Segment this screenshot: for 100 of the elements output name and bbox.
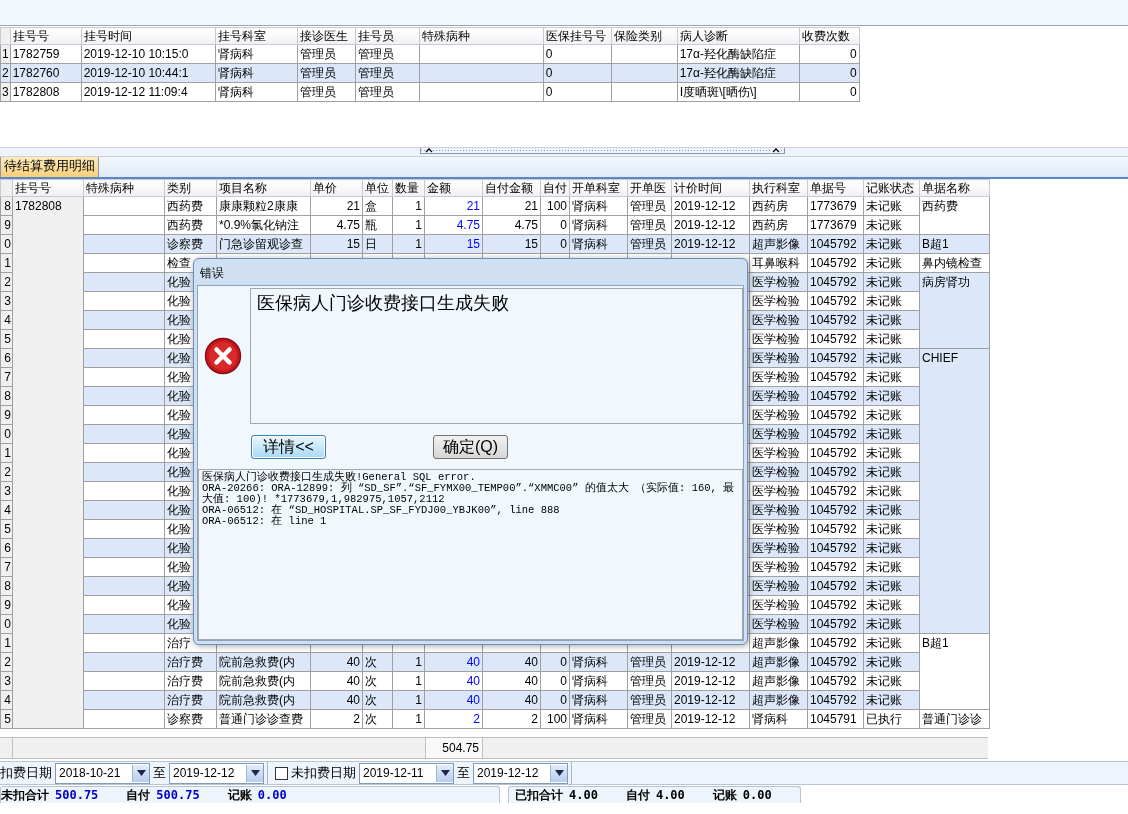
- table-cell: 诊察费: [164, 709, 217, 729]
- column-header[interactable]: 金额: [424, 179, 483, 197]
- column-header[interactable]: 项目名称: [216, 179, 311, 197]
- table-cell: 2: [424, 709, 483, 729]
- dropdown-arrow-icon: [554, 770, 564, 776]
- table-cell: 1773679: [807, 196, 864, 216]
- table-cell: 超声影像: [749, 633, 808, 653]
- table-cell: 1: [392, 709, 425, 729]
- table-cell: 医学检验: [749, 481, 808, 501]
- table-cell: 1045792: [807, 481, 864, 501]
- checkbox[interactable]: [275, 766, 288, 780]
- table-cell: 康康颗粒2康康: [216, 196, 311, 216]
- splitter-handle[interactable]: [420, 148, 785, 154]
- dialog-button[interactable]: 确定(Q): [433, 435, 508, 459]
- column-header[interactable]: 挂号科室: [215, 27, 298, 45]
- summary-label: 未扣合计: [1, 786, 49, 804]
- table-cell: 肾病科: [569, 671, 628, 691]
- table-cell: 医学检验: [749, 291, 808, 311]
- summary-label: 记账: [227, 786, 252, 804]
- table-cell: 1045791: [807, 709, 864, 729]
- table-cell: 西药费: [164, 215, 217, 235]
- table-cell: 未记账: [863, 253, 920, 273]
- table-cell: 2: [482, 709, 541, 729]
- column-header[interactable]: 特殊病种: [419, 27, 544, 45]
- table-cell: 100: [540, 196, 570, 216]
- separator-label: 至: [457, 764, 470, 782]
- filter-label: 未扣费日期: [291, 764, 356, 782]
- table-cell: 肾病科: [215, 44, 298, 64]
- table-cell: 管理员: [627, 709, 672, 729]
- date-dropdown[interactable]: 2019-12-11: [359, 762, 454, 784]
- table-cell: 100: [540, 709, 570, 729]
- table-cell: 盒: [362, 196, 393, 216]
- table-cell: 4.75: [424, 215, 483, 235]
- table-cell: 1782759: [10, 44, 82, 64]
- separator-label: 至: [153, 764, 166, 782]
- date-dropdown[interactable]: 2019-12-12: [473, 762, 568, 784]
- summary-value: 500.75: [55, 788, 99, 802]
- row-number: 1: [0, 44, 11, 64]
- column-header[interactable]: 开单医: [627, 179, 672, 197]
- details-text: 医保病人门诊收费接口生成失败!General SQL error. ORA-20266: ORA-12899: 列 “SD_SF”.“SF_FYMX00_TEMP00”.“XMMC00” 的值太大 （实际值: 160, 最大值: 100)! *1773679,1,982975,1057,2112 ORA-06512: 在 “SD_HOSPITAL.SP_SF_FYDJ00_YBJK00”, line 888 ORA-06512: 在 line 1: [198, 469, 743, 640]
- date-dropdown[interactable]: 2019-12-12: [169, 762, 264, 784]
- column-header[interactable]: 单据号: [807, 179, 864, 197]
- dialog-button[interactable]: 详情<<: [251, 435, 326, 459]
- table-cell: 管理员: [627, 671, 672, 691]
- table-cell: 0: [543, 44, 612, 64]
- table-cell: 2019-12-12: [671, 215, 750, 235]
- error-message: 医保病人门诊收费接口生成失败: [257, 293, 509, 313]
- table-cell: 21: [482, 196, 541, 216]
- table-cell: Ⅰ度晒斑\[晒伤\]: [677, 82, 800, 102]
- table-cell: 耳鼻喉科: [749, 253, 808, 273]
- column-header[interactable]: 计价时间: [671, 179, 750, 197]
- table-cell: 1045792: [807, 405, 864, 425]
- table-cell: 普通门诊诊查费: [216, 709, 311, 729]
- error-icon: [204, 337, 242, 375]
- dropdown-arrow-icon: [440, 770, 450, 776]
- summary-value: 0.00: [257, 788, 287, 802]
- table-cell: 未记账: [863, 367, 920, 387]
- column-header[interactable]: 医保挂号号: [543, 27, 612, 45]
- table-cell: 管理员: [355, 82, 420, 102]
- row-number: 2: [0, 63, 11, 83]
- table-cell: 1045792: [807, 367, 864, 387]
- column-header[interactable]: 单价: [310, 179, 363, 197]
- summary-label: 已扣合计: [515, 786, 563, 804]
- column-header[interactable]: 收费次数: [799, 27, 860, 45]
- column-header[interactable]: 记账状态: [863, 179, 920, 197]
- column-header[interactable]: 接诊医生: [297, 27, 356, 45]
- column-header[interactable]: 挂号员: [355, 27, 420, 45]
- column-header[interactable]: 自付: [540, 179, 570, 197]
- column-header[interactable]: 执行科室: [749, 179, 808, 197]
- table-cell: 2019-12-10 10:15:0: [81, 44, 216, 64]
- column-header[interactable]: 单位: [362, 179, 393, 197]
- column-header[interactable]: 开单科室: [569, 179, 628, 197]
- column-header[interactable]: 自付金额: [482, 179, 541, 197]
- table-cell: 1045792: [807, 291, 864, 311]
- table-cell: 未记账: [863, 291, 920, 311]
- column-header[interactable]: 挂号时间: [81, 27, 216, 45]
- date-dropdown[interactable]: 2018-10-21: [55, 762, 150, 784]
- column-header[interactable]: 挂号号: [12, 179, 84, 197]
- column-header[interactable]: 数量: [392, 179, 425, 197]
- table-cell: 肾病科: [569, 196, 628, 216]
- summary-value: 4.00: [569, 788, 598, 802]
- table-cell: 管理员: [297, 44, 356, 64]
- column-header[interactable]: 类别: [164, 179, 217, 197]
- table-cell: 1045792: [807, 595, 864, 615]
- table-cell: 未记账: [863, 595, 920, 615]
- column-header[interactable]: 保险类别: [611, 27, 678, 45]
- table-cell: 1782808: [10, 82, 82, 102]
- table-cell: 医学检验: [749, 329, 808, 349]
- table-cell: 西药房: [749, 196, 808, 216]
- column-header[interactable]: 特殊病种: [83, 179, 165, 197]
- table-cell: 1773679: [807, 215, 864, 235]
- column-header[interactable]: 单据名称: [919, 179, 990, 197]
- table-cell: 肾病科: [749, 709, 808, 729]
- table-cell: 医学检验: [749, 405, 808, 425]
- table-cell: 1045792: [807, 329, 864, 349]
- table-cell: 医学检验: [749, 557, 808, 577]
- table-cell: 未记账: [863, 215, 920, 235]
- table-cell: 21: [424, 196, 483, 216]
- column-header[interactable]: 病人诊断: [677, 27, 800, 45]
- column-header[interactable]: 挂号号: [10, 27, 82, 45]
